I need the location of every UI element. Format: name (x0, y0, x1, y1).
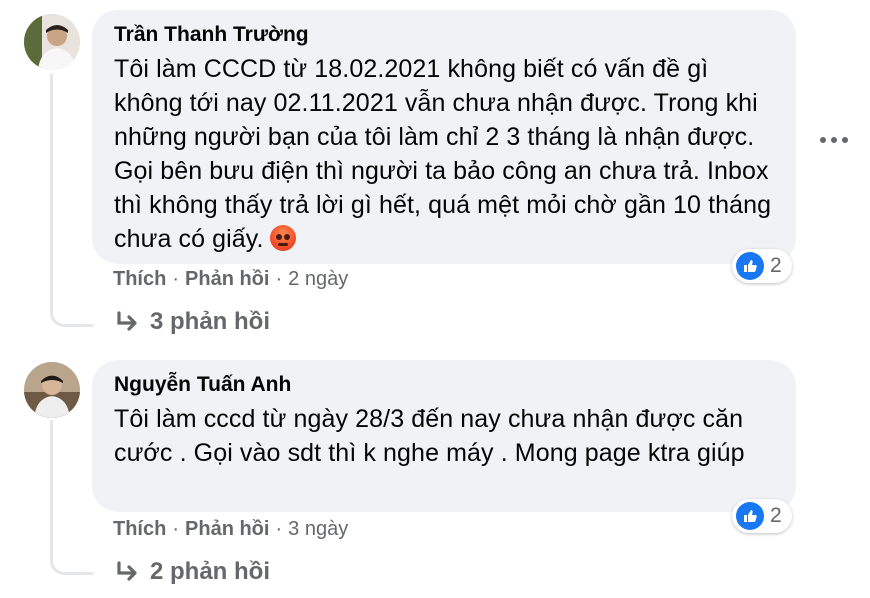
comment-timestamp[interactable]: 3 ngày (288, 518, 348, 540)
separator: · (172, 268, 180, 290)
thread-line (50, 74, 93, 327)
comment-timestamp[interactable]: 2 ngày (288, 268, 348, 290)
replies-label: 2 phản hồi (150, 558, 270, 585)
angry-face-icon (269, 225, 296, 251)
separator: · (172, 518, 180, 540)
comment-actions: Thích · Phản hồi · 3 ngày (113, 516, 348, 542)
reaction-summary[interactable]: 2 (732, 499, 792, 533)
comment-text: Tôi làm cccd từ ngày 28/3 đến nay chưa n… (114, 405, 745, 467)
avatar-image (24, 362, 80, 418)
reply-arrow-icon (116, 561, 140, 583)
thread-line (50, 420, 93, 575)
separator: · (275, 518, 283, 540)
reply-arrow-icon (116, 311, 140, 333)
replies-label: 3 phản hồi (150, 308, 270, 335)
view-replies-button[interactable]: 3 phản hồi (116, 308, 270, 336)
reaction-count: 2 (770, 254, 782, 277)
reaction-summary[interactable]: 2 (732, 249, 792, 283)
like-button[interactable]: Thích (113, 268, 166, 290)
view-replies-button[interactable]: 2 phản hồi (116, 558, 270, 586)
comment-bubble: Nguyễn Tuấn Anh Tôi làm cccd từ ngày 28/… (92, 360, 796, 512)
comment-author[interactable]: Nguyễn Tuấn Anh (114, 372, 774, 398)
reply-button[interactable]: Phản hồi (185, 518, 269, 540)
separator: · (275, 268, 283, 290)
avatar-image (24, 14, 80, 70)
reply-button[interactable]: Phản hồi (185, 268, 269, 290)
reaction-count: 2 (770, 504, 782, 527)
like-button[interactable]: Thích (113, 518, 166, 540)
like-reaction-icon (736, 502, 764, 530)
avatar[interactable] (24, 362, 80, 418)
comment-text: Tôi làm CCCD từ 18.02.2021 không biết có… (114, 52, 774, 256)
comment-bubble: Trần Thanh Trường Tôi làm CCCD từ 18.02.… (92, 10, 796, 264)
comment-author[interactable]: Trần Thanh Trường (114, 22, 774, 48)
comment-text-content: Tôi làm CCCD từ 18.02.2021 không biết có… (114, 55, 772, 253)
comment-actions: Thích · Phản hồi · 2 ngày (113, 266, 348, 292)
more-options-icon[interactable] (814, 130, 854, 150)
like-reaction-icon (736, 252, 764, 280)
avatar[interactable] (24, 14, 80, 70)
